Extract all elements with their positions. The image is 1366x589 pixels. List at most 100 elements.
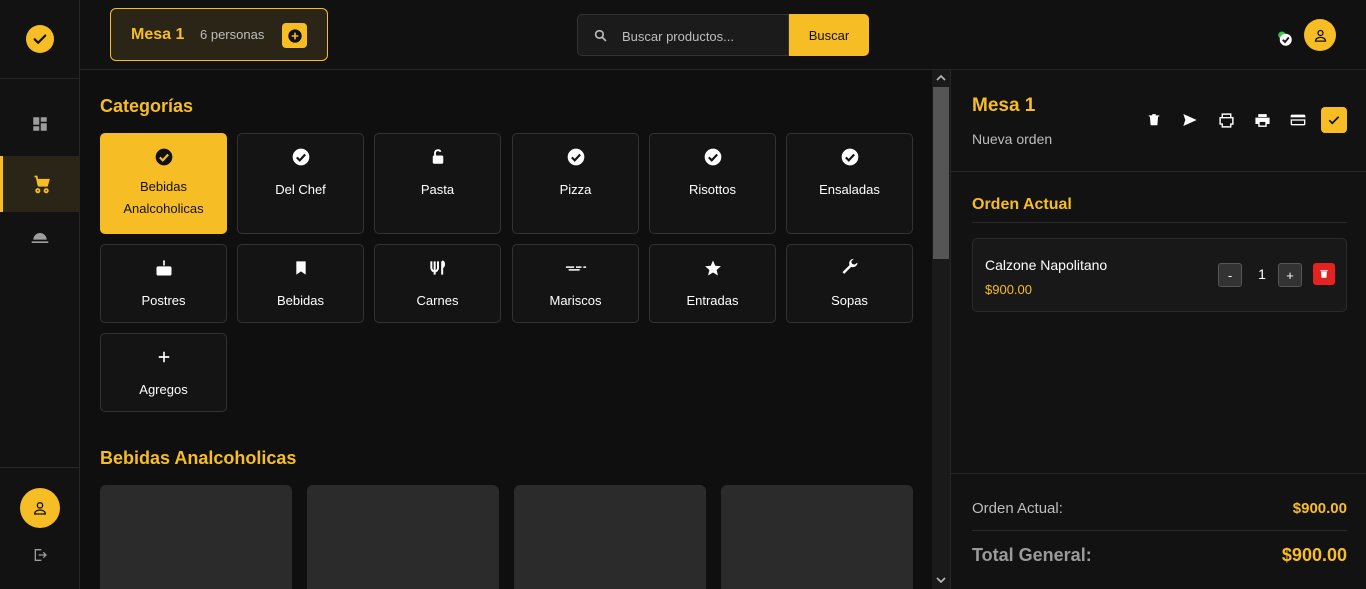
category-label: Risottos	[689, 182, 736, 197]
table-selector[interactable]: Mesa 1 6 personas	[110, 8, 328, 61]
sidebar-item-room-service[interactable]	[0, 210, 80, 266]
utensils-icon	[427, 257, 449, 279]
online-status-icon	[1276, 30, 1294, 48]
category-label: Mariscos	[549, 293, 602, 308]
check-circle-icon	[565, 146, 587, 168]
category-label: Sopas	[831, 293, 868, 308]
user-avatar[interactable]	[20, 488, 60, 528]
main-scrollbar[interactable]	[932, 70, 950, 589]
search-icon	[594, 29, 607, 42]
category-pizza[interactable]: Pizza	[512, 133, 639, 234]
category-label: Ensaladas	[819, 182, 880, 197]
logo	[0, 0, 80, 79]
category-entradas[interactable]: Entradas	[649, 244, 776, 323]
fish-icon	[565, 257, 587, 279]
check-circle-icon	[290, 146, 312, 168]
trash-icon	[1148, 114, 1160, 126]
order-subtitle: Nueva orden	[972, 131, 1053, 147]
sidebar-bottom	[0, 467, 80, 589]
order-summary: Orden Actual: $900.00 Total General: $90…	[951, 473, 1366, 589]
send-order-button[interactable]	[1179, 109, 1201, 131]
search-box	[577, 14, 789, 56]
add-person-button[interactable]	[282, 23, 307, 48]
product-card-placeholder	[514, 485, 706, 589]
check-circle-icon	[839, 146, 861, 168]
lock-open-icon	[427, 146, 449, 168]
product-card-placeholder	[721, 485, 913, 589]
order-item-qty: 1	[1258, 266, 1266, 282]
check-icon	[1328, 116, 1340, 125]
category-del-chef[interactable]: Del Chef	[237, 133, 364, 234]
check-circle-icon	[702, 146, 724, 168]
category-pasta[interactable]: Pasta	[374, 133, 501, 234]
sidebar-item-dashboard[interactable]	[0, 96, 80, 152]
scroll-down-icon[interactable]	[932, 573, 950, 587]
category-mariscos[interactable]: Mariscos	[512, 244, 639, 323]
increase-qty-button[interactable]: +	[1278, 263, 1302, 287]
categories-title: Categorías	[100, 96, 194, 116]
logout-icon	[34, 549, 47, 561]
remove-item-button[interactable]	[1313, 263, 1335, 285]
print-icon	[1254, 113, 1270, 127]
category-ensaladas[interactable]: Ensaladas	[786, 133, 913, 234]
profile-avatar[interactable]	[1304, 19, 1336, 51]
category-label: Pizza	[559, 182, 592, 197]
sidebar-item-cart[interactable]	[0, 156, 80, 212]
subtotal-value: $900.00	[1292, 500, 1347, 517]
plus-icon	[153, 346, 175, 368]
logout-button[interactable]	[32, 547, 48, 563]
total-value: $900.00	[1281, 545, 1347, 565]
wrench-icon	[839, 257, 861, 279]
category-label: Entradas	[686, 293, 739, 308]
category-label: Bebidas	[277, 293, 324, 308]
search-input[interactable]	[622, 26, 782, 46]
top-bar: Mesa 1 6 personas Buscar	[80, 0, 1366, 70]
category-postres[interactable]: Postres	[100, 244, 227, 323]
payment-button[interactable]	[1287, 109, 1309, 131]
category-label: Pasta	[420, 182, 455, 197]
category-label: Agregos	[139, 382, 188, 397]
trash-icon	[1320, 270, 1328, 278]
product-card-placeholder	[100, 485, 292, 589]
print-receipt-button[interactable]	[1251, 109, 1273, 131]
order-item-price: $900.00	[985, 282, 1032, 297]
products-title: Bebidas Analcoholicas	[100, 448, 297, 468]
category-risottos[interactable]: Risottos	[649, 133, 776, 234]
order-section-label: Orden Actual	[972, 196, 1072, 213]
order-item-name: Calzone Napolitano	[985, 257, 1108, 273]
star-icon	[702, 257, 724, 279]
check-circle-icon	[153, 146, 175, 168]
add-circle-icon	[287, 28, 302, 43]
people-count: 6 personas	[200, 27, 265, 42]
scroll-thumb[interactable]	[933, 87, 949, 259]
category-carnes[interactable]: Carnes	[374, 244, 501, 323]
dashboard-icon	[33, 117, 47, 131]
category-label: Postres	[141, 293, 186, 308]
product-card-placeholder	[307, 485, 499, 589]
category-label: Carnes	[416, 293, 459, 308]
divider	[972, 530, 1347, 531]
main-content: Categorías Bebidas Analcoholicas Del Che…	[80, 70, 950, 589]
pos-app: Mesa 1 6 personas Buscar Categorías Bebi…	[0, 0, 1366, 589]
total-label: Total General:	[972, 545, 1092, 565]
delete-order-button[interactable]	[1143, 109, 1165, 131]
category-label: Bebidas Analcoholicas	[123, 179, 204, 216]
check-logo-icon	[26, 25, 54, 53]
search-button[interactable]: Buscar	[789, 14, 869, 56]
room-service-icon	[31, 233, 49, 243]
category-agregos[interactable]: Agregos	[100, 333, 227, 412]
divider	[972, 222, 1347, 223]
category-bebidas[interactable]: Bebidas	[237, 244, 364, 323]
confirm-order-button[interactable]	[1321, 107, 1347, 133]
category-bebidas-analcoholicas[interactable]: Bebidas Analcoholicas	[100, 133, 227, 234]
category-sopas[interactable]: Sopas	[786, 244, 913, 323]
send-icon	[1183, 114, 1197, 126]
print-button[interactable]	[1215, 109, 1237, 131]
order-item: Calzone Napolitano $900.00 - 1 +	[972, 238, 1347, 312]
order-panel: Mesa 1 Nueva orden Orden Actual Calzone …	[950, 70, 1366, 589]
sidebar	[0, 0, 80, 589]
decrease-qty-button[interactable]: -	[1218, 263, 1242, 287]
order-panel-header: Mesa 1 Nueva orden	[951, 70, 1366, 172]
scroll-up-icon[interactable]	[932, 71, 950, 85]
print-outline-icon	[1218, 112, 1234, 128]
